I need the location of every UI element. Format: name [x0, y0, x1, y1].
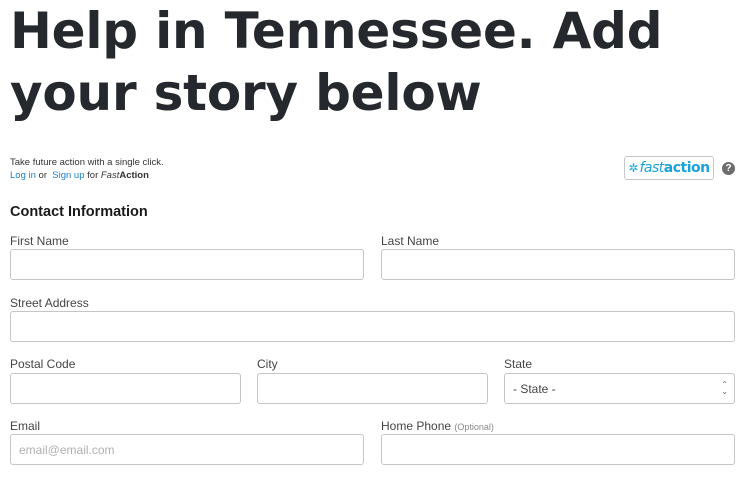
- state-selected-value: - State -: [513, 381, 556, 396]
- signup-link[interactable]: Sign up: [52, 170, 84, 181]
- brand-fast: Fast: [100, 170, 120, 181]
- fastaction-links: Log in or Sign up for FastAction: [10, 169, 164, 182]
- city-label: City: [257, 357, 278, 371]
- street-address-label: Street Address: [10, 296, 89, 310]
- optional-tag: (Optional): [454, 422, 494, 432]
- email-field[interactable]: [10, 434, 364, 465]
- fastaction-prompt-text: Take future action with a single click.: [10, 157, 164, 168]
- page-title: Help in Tennessee. Add your story below: [10, 2, 663, 122]
- email-label: Email: [10, 419, 41, 433]
- select-chevron-icon: ⌃ ⌄: [721, 380, 728, 396]
- city-field[interactable]: [257, 373, 488, 404]
- fastaction-prompt: Take future action with a single click. …: [10, 156, 164, 182]
- street-address-field[interactable]: [10, 311, 735, 342]
- state-label: State: [504, 357, 533, 371]
- home-phone-label: Home Phone (Optional): [381, 419, 494, 434]
- last-name-field[interactable]: [381, 249, 735, 280]
- postal-code-field[interactable]: [10, 373, 241, 404]
- state-select[interactable]: - State - ⌃ ⌄: [504, 373, 735, 404]
- fastaction-brand-text: FastAction: [101, 170, 149, 181]
- logo-fast: fast: [639, 160, 664, 176]
- help-icon[interactable]: ?: [722, 162, 735, 175]
- postal-code-label: Postal Code: [10, 357, 76, 371]
- fastaction-gear-icon: ✲: [628, 161, 639, 175]
- last-name-label: Last Name: [381, 234, 440, 248]
- home-phone-label-text: Home Phone: [381, 419, 452, 433]
- for-text: for: [87, 170, 99, 181]
- home-phone-field[interactable]: [381, 434, 735, 465]
- first-name-label: First Name: [10, 234, 69, 248]
- contact-information-heading: Contact Information: [10, 204, 148, 220]
- or-text: or: [38, 170, 47, 181]
- first-name-field[interactable]: [10, 249, 364, 280]
- logo-action: action: [663, 160, 710, 176]
- page: Help in Tennessee. Add your story below …: [0, 0, 751, 477]
- fastaction-logo-button[interactable]: ✲ fast action: [624, 156, 714, 180]
- brand-action: Action: [119, 170, 149, 181]
- login-link[interactable]: Log in: [10, 170, 36, 181]
